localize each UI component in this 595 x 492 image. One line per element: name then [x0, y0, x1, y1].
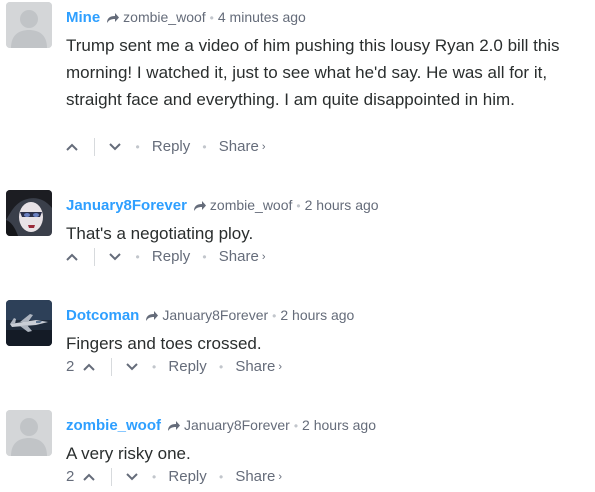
- author-name[interactable]: zombie_woof: [66, 417, 161, 434]
- face-paint-portrait-icon: [6, 190, 52, 236]
- comment-footer: • Reply • Share ›: [66, 246, 266, 268]
- comment-text: Fingers and toes crossed.: [66, 334, 262, 353]
- footer-bullet: •: [218, 470, 224, 485]
- reply-link[interactable]: Reply: [168, 356, 206, 378]
- author-name[interactable]: Mine: [66, 9, 100, 26]
- comment-footer: • Reply • Share ›: [66, 136, 266, 158]
- upvote-count: 2: [66, 358, 75, 376]
- footer-bullet: •: [202, 250, 207, 265]
- vote-divider: [110, 468, 112, 487]
- downvote-icon[interactable]: [126, 466, 140, 488]
- footer-bullet: •: [135, 250, 140, 265]
- parent-author[interactable]: January8Forever: [184, 417, 290, 433]
- vote-divider: [94, 138, 96, 157]
- jet-avatar[interactable]: [6, 300, 52, 346]
- downvote-icon[interactable]: [109, 246, 123, 268]
- meta-bullet: •: [296, 199, 301, 213]
- meta-bullet: •: [209, 11, 214, 25]
- share-chevron-icon: ›: [261, 141, 266, 154]
- comment-header: zombie_woof January8Forever • 2 hours ago: [66, 414, 376, 436]
- fighter-jet-icon: [6, 300, 52, 346]
- comment-footer: 2 • Reply • Share ›: [66, 356, 282, 378]
- timestamp[interactable]: 4 minutes ago: [218, 9, 306, 25]
- comment-text: Trump sent me a video of him pushing thi…: [66, 36, 560, 109]
- meta-bullet: •: [293, 419, 299, 433]
- share-link[interactable]: Share: [235, 466, 275, 488]
- comment-header: Mine zombie_woof • 4 minutes ago: [66, 6, 306, 28]
- footer-bullet: •: [152, 360, 157, 375]
- reply-link[interactable]: Reply: [152, 136, 190, 158]
- upvote-icon[interactable]: [66, 136, 80, 158]
- footer-bullet: •: [202, 140, 207, 155]
- author-name[interactable]: Dotcoman: [66, 307, 139, 324]
- share-chevron-icon: ›: [278, 361, 283, 374]
- upvote-count: 2: [66, 468, 75, 486]
- user-silhouette-icon: [6, 410, 52, 456]
- downvote-icon[interactable]: [109, 136, 123, 158]
- user-silhouette-icon: [6, 2, 52, 48]
- comment-text: That's a negotiating ploy.: [66, 224, 254, 243]
- comment-text: A very risky one.: [66, 444, 191, 463]
- comment-footer: 2 • Reply • Share ›: [66, 466, 282, 488]
- timestamp[interactable]: 2 hours ago: [305, 197, 379, 213]
- share-link[interactable]: Share: [219, 136, 259, 158]
- share-chevron-icon: ›: [278, 471, 283, 484]
- reply-link[interactable]: Reply: [152, 246, 190, 268]
- upvote-icon[interactable]: [82, 356, 97, 378]
- reply-to-arrow-icon: [167, 417, 181, 439]
- footer-bullet: •: [218, 360, 224, 375]
- share-link[interactable]: Share: [219, 246, 259, 268]
- comment-header: Dotcoman January8Forever • 2 hours ago: [66, 304, 354, 326]
- upvote-icon[interactable]: [82, 466, 97, 488]
- downvote-icon[interactable]: [126, 356, 140, 378]
- face-paint-avatar[interactable]: [6, 190, 52, 236]
- footer-bullet: •: [135, 140, 140, 155]
- upvote-icon[interactable]: [66, 246, 80, 268]
- reply-link[interactable]: Reply: [168, 466, 206, 488]
- vote-divider: [94, 248, 96, 267]
- timestamp[interactable]: 2 hours ago: [302, 417, 376, 433]
- reply-to-arrow-icon: [193, 197, 207, 219]
- timestamp[interactable]: 2 hours ago: [280, 307, 354, 323]
- parent-author[interactable]: zombie_woof: [123, 9, 206, 25]
- default-avatar[interactable]: [6, 2, 52, 48]
- default-avatar[interactable]: [6, 410, 52, 456]
- comment-header: January8Forever zombie_woof • 2 hours ago: [66, 194, 379, 216]
- vote-divider: [110, 358, 112, 377]
- meta-bullet: •: [272, 309, 277, 323]
- reply-to-arrow-icon: [106, 9, 120, 31]
- author-name[interactable]: January8Forever: [66, 197, 187, 214]
- share-link[interactable]: Share: [235, 356, 275, 378]
- parent-author[interactable]: zombie_woof: [210, 197, 293, 213]
- parent-author[interactable]: January8Forever: [162, 307, 268, 323]
- footer-bullet: •: [152, 470, 157, 485]
- share-chevron-icon: ›: [261, 251, 266, 264]
- reply-to-arrow-icon: [145, 307, 159, 329]
